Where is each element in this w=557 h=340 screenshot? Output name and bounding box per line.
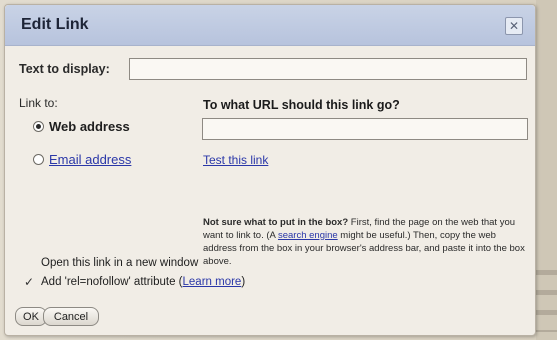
test-link[interactable]: Test this link bbox=[203, 153, 268, 167]
open-new-window-option[interactable]: Open this link in a new window bbox=[23, 257, 198, 269]
radio-button-selected[interactable] bbox=[33, 121, 44, 132]
nofollow-label: Add 'rel=nofollow' attribute (Learn more… bbox=[41, 276, 245, 288]
dialog-titlebar: Edit Link ✕ bbox=[5, 5, 535, 46]
cancel-button[interactable]: Cancel bbox=[43, 307, 99, 326]
radio-button[interactable] bbox=[33, 154, 44, 165]
help-text: Not sure what to put in the box? First, … bbox=[203, 216, 528, 268]
edit-link-dialog: Edit Link ✕ Text to display: Link to: We… bbox=[4, 4, 536, 336]
radio-email-address[interactable]: Email address bbox=[33, 152, 131, 167]
text-to-display-label: Text to display: bbox=[19, 62, 110, 76]
url-heading: To what URL should this link go? bbox=[203, 98, 400, 112]
text-to-display-input[interactable] bbox=[129, 58, 527, 80]
web-address-label: Web address bbox=[49, 119, 130, 134]
nofollow-option[interactable]: ✓ Add 'rel=nofollow' attribute (Learn mo… bbox=[23, 275, 245, 289]
dialog-title: Edit Link bbox=[21, 16, 89, 33]
url-input[interactable] bbox=[202, 118, 528, 140]
close-icon[interactable]: ✕ bbox=[505, 17, 523, 35]
radio-web-address[interactable]: Web address bbox=[33, 119, 130, 134]
nofollow-suffix: ) bbox=[241, 276, 246, 288]
checkmark-icon[interactable]: ✓ bbox=[23, 275, 35, 289]
learn-more-link[interactable]: Learn more bbox=[183, 276, 242, 288]
open-new-window-label: Open this link in a new window bbox=[41, 257, 199, 269]
email-address-label[interactable]: Email address bbox=[49, 152, 131, 167]
nofollow-text: Add 'rel=nofollow' attribute ( bbox=[41, 276, 183, 288]
search-engine-link[interactable]: search engine bbox=[278, 230, 338, 241]
link-to-label: Link to: bbox=[19, 96, 58, 110]
help-lead: Not sure what to put in the box? bbox=[203, 217, 349, 228]
